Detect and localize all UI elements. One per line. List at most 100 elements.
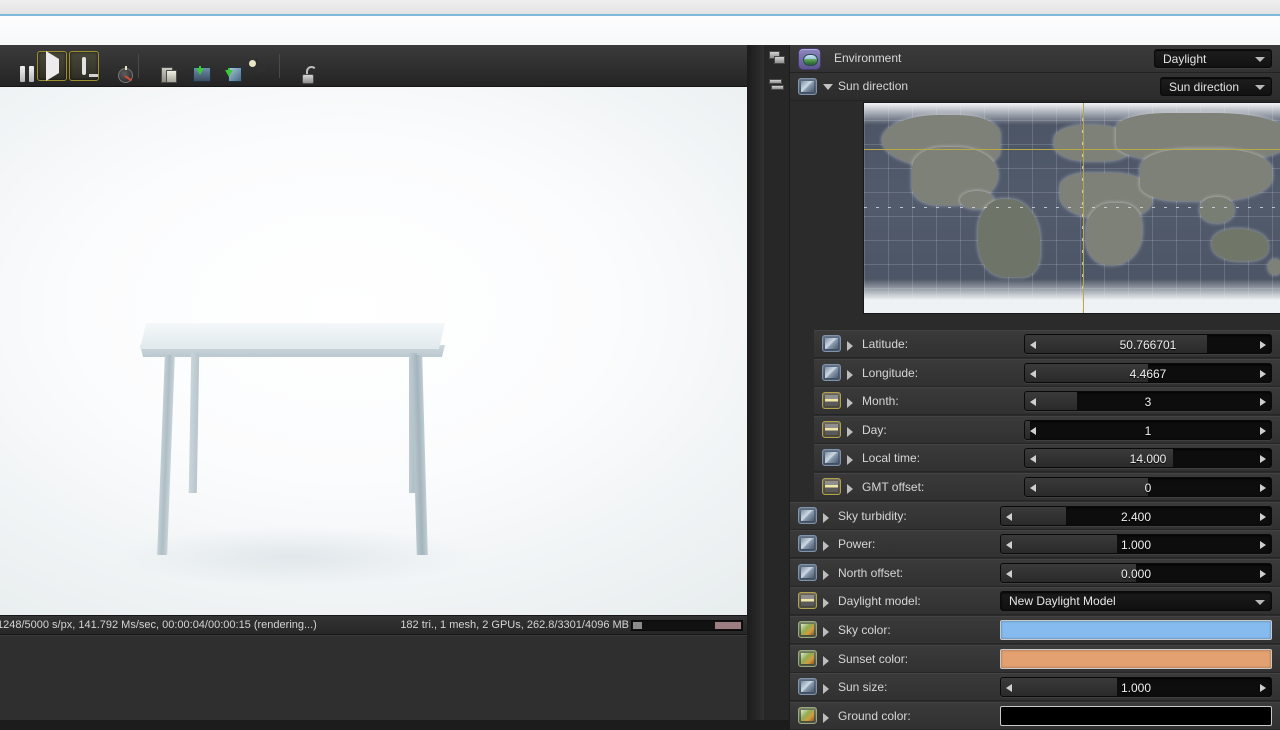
param-value: 1.000 [1120,681,1152,696]
param-animate-toggle[interactable] [822,392,841,410]
region-render-button[interactable] [69,50,99,81]
param-row: Ground color: [790,701,1280,730]
param-animate-toggle[interactable] [798,563,817,581]
increment-arrow-icon[interactable] [1260,569,1266,578]
param-slider[interactable]: 4.4667 [1024,362,1272,383]
chevron-right-icon[interactable] [847,426,853,437]
param-label: Sky color: [838,623,891,637]
param-slider[interactable]: 0.000 [1000,562,1272,583]
chevron-right-icon[interactable] [847,455,853,466]
param-animate-toggle[interactable] [822,335,841,352]
chevron-right-icon[interactable] [847,341,853,351]
param-label: GMT offset: [862,480,925,494]
param-animate-toggle[interactable] [798,592,817,610]
param-select[interactable]: New Daylight Model [1000,591,1272,612]
param-row: North offset: 0.000 [790,558,1280,587]
increment-arrow-icon[interactable] [1260,426,1266,435]
sun-direction-label: Sun direction [838,79,909,93]
chevron-down-icon [1255,57,1265,62]
chevron-down-icon [1255,85,1265,90]
environment-properties-pane: Environment Daylight Sun direction Sun d… [764,45,1280,730]
monitor-icon [82,56,86,75]
param-animate-toggle[interactable] [822,449,841,467]
increment-arrow-icon[interactable] [1260,369,1266,378]
param-slider[interactable]: 50.766701 [1024,334,1272,354]
toolbar-separator [138,53,139,78]
param-color-swatch[interactable] [1000,705,1272,726]
param-row: Daylight model: New Daylight Model [790,587,1280,616]
param-slider[interactable]: 0 [1024,477,1272,497]
properties-body: Environment Daylight Sun direction Sun d… [790,45,1280,730]
table-top [140,323,445,349]
copy-to-clipboard-button[interactable] [146,51,177,83]
start-render-button[interactable] [37,50,67,81]
pause-render-button[interactable] [5,51,35,82]
param-animate-toggle[interactable] [822,363,841,381]
param-animate-toggle[interactable] [798,706,817,724]
chevron-right-icon[interactable] [823,655,829,666]
increment-arrow-icon[interactable] [1260,398,1266,407]
param-animate-toggle[interactable] [798,535,817,553]
world-map-picker[interactable] [863,102,1280,314]
chevron-down-icon[interactable] [823,84,833,90]
panel-stack-icon[interactable] [769,51,786,65]
panel-list-icon[interactable] [769,78,786,92]
chevron-right-icon[interactable] [847,369,853,380]
param-row: GMT offset: 0 [814,473,1280,501]
param-label: Longitude: [862,365,919,380]
chevron-right-icon[interactable] [823,627,829,637]
param-animate-toggle[interactable] [798,649,817,667]
param-slider[interactable]: 1 [1024,419,1272,440]
octane-render-window: 1248/5000 s/px, 141.792 Ms/sec, 00:00:04… [0,45,1280,730]
param-color-swatch[interactable] [1000,648,1272,669]
increment-arrow-icon[interactable] [1260,541,1266,550]
param-slider[interactable]: 14.000 [1024,448,1272,469]
sun-direction-animate-toggle[interactable] [798,78,817,95]
chevron-right-icon[interactable] [823,512,829,523]
chevron-right-icon[interactable] [847,484,853,494]
chevron-down-icon [1255,600,1265,606]
pane-divider[interactable] [747,45,764,720]
param-label: Daylight model: [838,594,921,609]
browser-chrome [0,0,1280,45]
param-color-swatch[interactable] [1000,620,1272,640]
chevron-right-icon[interactable] [823,541,829,552]
param-animate-toggle[interactable] [798,506,817,524]
render-status-bar: 1248/5000 s/px, 141.792 Ms/sec, 00:00:04… [0,615,747,635]
param-slider[interactable]: 2.400 [1000,505,1272,526]
param-value: 3 [1144,395,1152,410]
param-value: 1 [1144,423,1152,438]
save-image-button[interactable] [178,51,211,82]
chevron-right-icon[interactable] [823,712,829,723]
lock-resolution-button[interactable] [287,51,317,84]
param-slider[interactable]: 3 [1024,391,1272,412]
param-row: Latitude: 50.766701 [814,330,1280,358]
param-label: Local time: [862,451,921,466]
param-animate-toggle[interactable] [822,420,841,438]
save-object-button[interactable] [210,51,242,82]
increment-arrow-icon[interactable] [1260,512,1266,521]
param-slider[interactable]: 1.000 [1000,534,1272,555]
param-label: Sky turbidity: [838,508,907,523]
map-antarctic [864,279,1280,313]
increment-arrow-icon[interactable] [1260,341,1266,349]
param-animate-toggle[interactable] [798,621,817,638]
param-animate-toggle[interactable] [798,678,817,696]
chevron-right-icon[interactable] [823,684,829,695]
increment-arrow-icon[interactable] [1260,684,1266,693]
render-image-canvas[interactable] [0,87,747,615]
render-priority-button[interactable] [101,51,133,83]
environment-preset-select[interactable]: Daylight [1154,49,1272,68]
sun-direction-mode-select[interactable]: Sun direction [1160,77,1272,96]
param-slider[interactable]: 1.000 [1000,677,1272,698]
save-render-passes-button[interactable] [242,51,272,81]
chevron-right-icon[interactable] [823,569,829,580]
increment-arrow-icon[interactable] [1260,455,1266,464]
param-animate-toggle[interactable] [822,478,841,495]
memory-meter-peak [715,622,741,629]
increment-arrow-icon[interactable] [1260,484,1266,492]
param-label: Day: [862,422,887,437]
param-value: 2.400 [1120,509,1152,524]
chevron-right-icon[interactable] [823,598,829,609]
chevron-right-icon[interactable] [847,398,853,409]
